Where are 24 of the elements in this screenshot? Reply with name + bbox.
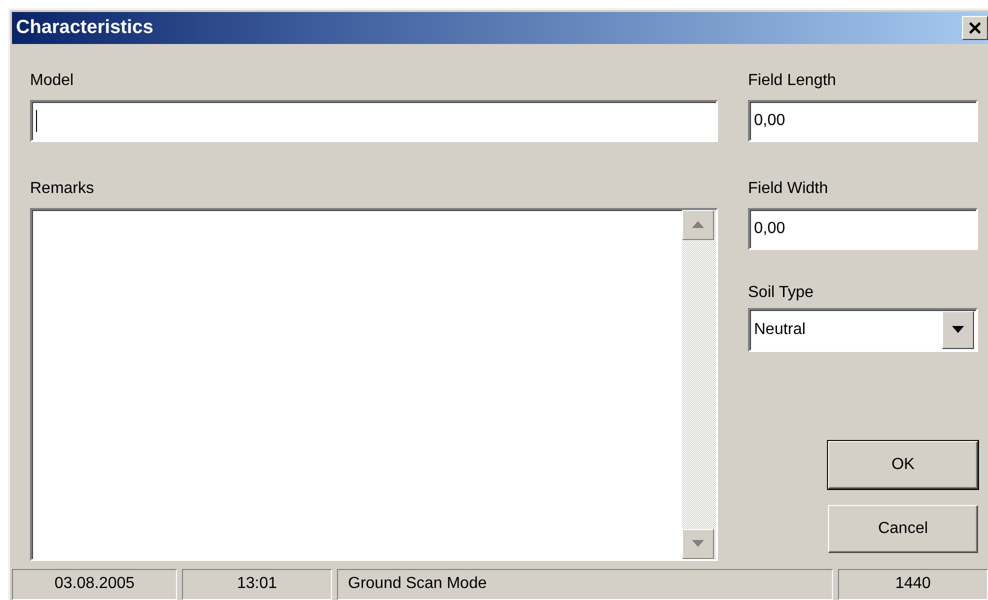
close-button[interactable] <box>962 16 988 40</box>
scrollbar[interactable] <box>682 210 716 558</box>
status-bar-cell: Ground Scan Mode <box>337 568 833 600</box>
status-bar-cell: 03.08.2005 <box>12 568 177 600</box>
field-label: Model <box>30 70 74 90</box>
soil-type-dropdown[interactable]: Neutral <box>748 308 978 352</box>
dropdown-arrow-icon <box>952 326 964 333</box>
field-length-input[interactable]: 0,00 <box>748 100 978 142</box>
cancel-button[interactable]: Cancel <box>828 504 978 552</box>
field-width-input[interactable]: 0,00 <box>748 208 978 250</box>
field-label: Field Width <box>748 178 828 198</box>
status-bar-cell: 13:01 <box>182 568 332 600</box>
field-label: Field Length <box>748 70 836 90</box>
scroll-down-button[interactable] <box>682 528 714 558</box>
up-arrow-icon <box>692 221 704 228</box>
field-label: Remarks <box>30 178 94 198</box>
ok-button[interactable]: OK <box>828 440 978 488</box>
down-arrow-icon <box>692 540 704 547</box>
status-bar-cell: 1440 <box>838 568 988 600</box>
scroll-up-button[interactable] <box>682 210 714 240</box>
close-icon <box>969 22 981 34</box>
model-input-field[interactable] <box>30 100 718 142</box>
field-label: Soil Type <box>748 282 814 302</box>
window-title: Characteristics <box>16 16 154 39</box>
